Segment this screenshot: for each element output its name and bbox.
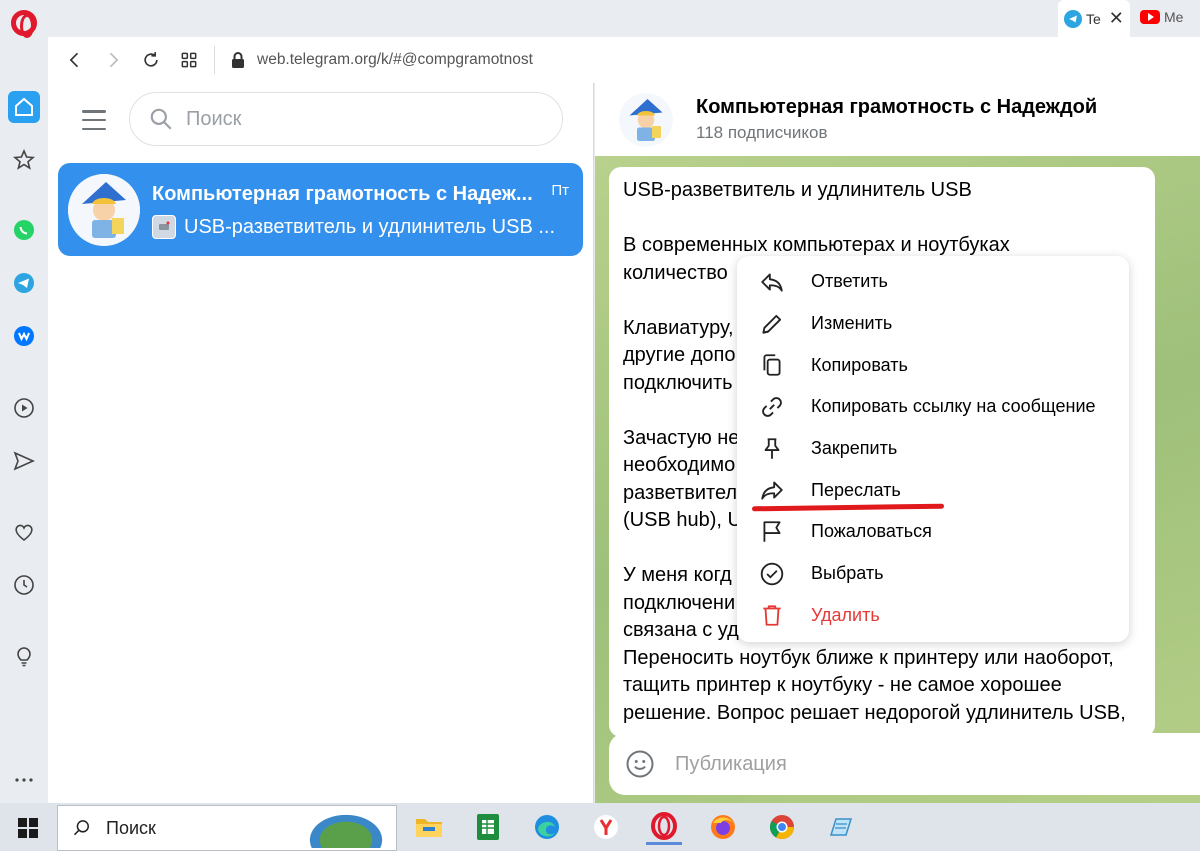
reload-icon[interactable] [132,41,170,79]
link-icon [762,397,782,417]
reply-icon [761,273,783,292]
menu-item-copy[interactable]: Копировать [737,344,1129,386]
more-dots-icon[interactable] [8,764,40,796]
forward-nav-icon[interactable] [94,41,132,79]
chat-title: Компьютерная грамотность с Надеж... [152,183,533,205]
menu-item-label: Копировать ссылку на сообщение [811,396,1096,417]
check-circle-icon [760,562,784,585]
chrome-icon[interactable] [764,809,800,845]
search-placeholder: Поиск [186,107,242,130]
tab-label: Me [1164,9,1184,25]
tab-strip: Te ✕ Me [48,0,1200,37]
menu-item-pin[interactable]: Закрепить [737,428,1129,470]
menu-item-label: Закрепить [811,438,898,459]
chat-preview-text: USB-разветвитель и удлинитель USB ... [184,215,556,238]
chat-time: Пт [551,182,569,199]
yandex-icon[interactable] [588,809,624,845]
forward-icon [761,481,783,500]
tab-youtube[interactable]: Me [1140,9,1183,25]
back-icon[interactable] [56,41,94,79]
composer-placeholder[interactable]: Публикация [675,753,787,776]
message-composer[interactable]: Публикация [609,733,1200,795]
message-line: Переносить ноутбук ближе к принтеру или … [623,646,1114,669]
emoji-icon[interactable] [625,749,655,779]
opera-logo-icon[interactable] [11,10,37,38]
menu-item-label: Переслать [811,479,901,500]
chat-header[interactable]: Компьютерная грамотность с Надеждой 118 … [595,83,1200,156]
menu-item-reply[interactable]: Ответить [737,261,1129,303]
spreadsheet-icon[interactable] [470,809,506,845]
menu-item-label: Выбрать [811,563,884,584]
tabs-grid-icon[interactable] [170,41,208,79]
telegram-tab-icon [1064,9,1082,28]
taskbar-search-text: Поиск [106,817,156,838]
home-icon[interactable] [8,91,40,123]
address-bar: web.telegram.org/k/#@compgramotnost [48,37,1200,83]
history-clock-icon[interactable] [8,569,40,601]
lock-icon[interactable] [223,51,253,69]
notepad-icon[interactable] [823,809,859,845]
windows-start-icon[interactable] [18,818,38,838]
opera-sidebar [0,0,48,803]
menu-item-label: Ответить [811,271,888,292]
subscriber-count: 118 подписчиков [696,123,828,142]
telegram-icon[interactable] [8,267,40,299]
vk-icon[interactable] [8,320,40,352]
tab-label: Te [1086,10,1101,27]
menu-item-label: Пожаловаться [811,521,932,542]
chat-preview: USB-разветвитель и удлинитель USB ... [152,215,555,239]
message-context-menu: Ответить Изменить Копировать Копировать … [737,256,1129,642]
copy-icon [763,354,781,376]
opera-icon[interactable] [646,809,682,845]
search-icon [150,108,172,130]
header-avatar[interactable] [619,93,673,147]
menu-item-select[interactable]: Выбрать [737,553,1129,595]
pencil-icon [762,314,782,334]
menu-item-report[interactable]: Пожаловаться [737,511,1129,553]
menu-item-edit[interactable]: Изменить [737,303,1129,345]
menu-item-label: Копировать [811,354,908,375]
file-explorer-icon[interactable] [411,809,447,845]
menu-item-copy-link[interactable]: Копировать ссылку на сообщение [737,386,1129,428]
trash-icon [763,605,781,627]
player-icon[interactable] [8,392,40,424]
close-tab-icon[interactable]: ✕ [1109,8,1124,29]
pin-icon [764,437,780,459]
menu-item-label: Удалить [811,604,880,625]
message-line: тащить принтер к ноутбуку - не самое хор… [623,674,1062,696]
chat-header-title: Компьютерная грамотность с Надеждой [696,96,1098,118]
taskbar-search[interactable]: Поиск [57,805,397,851]
search-icon [73,820,89,836]
menu-item-delete[interactable]: Удалить [737,595,1129,637]
chat-list-item[interactable]: Компьютерная грамотность с Надеж... Пт U… [58,163,583,256]
firefox-icon[interactable] [705,809,741,845]
edge-icon[interactable] [529,809,565,845]
message-title: USB-разветвитель и удлинитель USB [623,179,972,201]
lightbulb-icon[interactable] [8,640,40,672]
divider [214,46,215,74]
whatsapp-icon[interactable] [8,214,40,246]
message-line: решение. Вопрос решает недорогой удлинит… [623,701,1126,724]
url-field[interactable]: web.telegram.org/k/#@compgramotnost [257,51,533,69]
send-icon[interactable] [8,445,40,477]
menu-item-label: Изменить [811,313,893,334]
search-input[interactable]: Поиск [129,92,563,146]
channel-avatar [68,174,140,246]
search-highlight-illustration [300,808,392,848]
windows-taskbar: Поиск [0,803,1200,851]
tab-telegram[interactable]: Te ✕ [1058,0,1130,37]
chat-list-pane: Поиск Компьютерная грамотность с Надеж..… [48,83,594,803]
star-icon[interactable] [8,144,40,176]
flag-icon [763,521,781,542]
heart-icon[interactable] [8,516,40,548]
menu-icon[interactable] [82,110,106,130]
usb-thumbnail-icon [152,215,176,239]
youtube-icon [1140,10,1160,24]
